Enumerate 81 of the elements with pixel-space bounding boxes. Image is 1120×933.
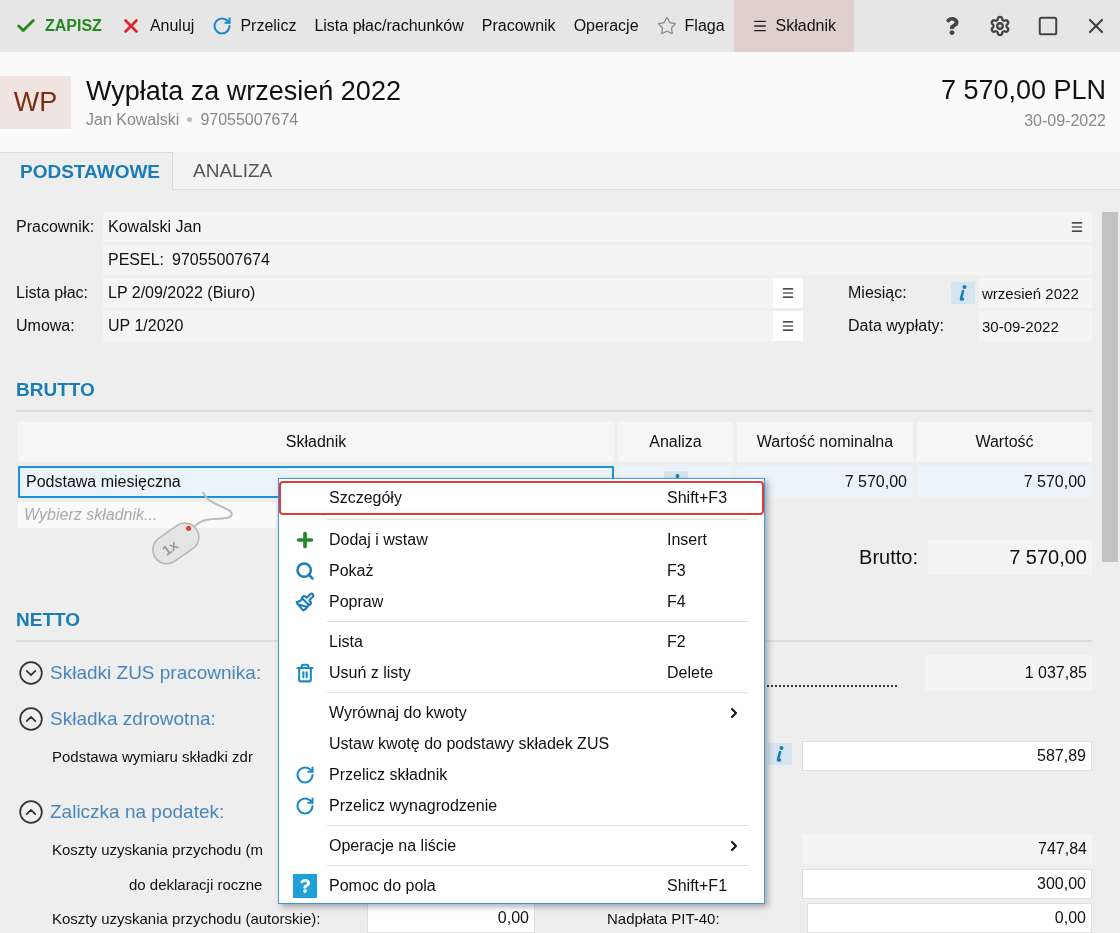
- column-header[interactable]: Wartość nominalna: [737, 422, 913, 462]
- menu-item[interactable]: Wyrównaj do kwoty: [279, 697, 764, 728]
- amount-field[interactable]: 0,00: [367, 903, 535, 933]
- help-icon: [943, 17, 961, 35]
- total-label: Brutto:: [859, 546, 918, 569]
- menu-item[interactable]: Pomoc do pola Shift+F1: [279, 870, 764, 901]
- collapse-icon[interactable]: [18, 705, 44, 732]
- field-label: Umowa:: [16, 317, 76, 335]
- field-label: Lista płac:: [16, 284, 90, 302]
- expand-icon[interactable]: [18, 659, 44, 686]
- refresh-icon: [295, 764, 315, 785]
- field-label: Pracownik:: [16, 218, 96, 236]
- refresh-icon: [212, 16, 233, 36]
- menu-item[interactable]: Przelicz wynagrodzenie: [279, 790, 764, 821]
- toolbar-button[interactable]: Przelicz: [203, 0, 306, 52]
- field-label: PESEL:: [108, 251, 165, 269]
- document-title: Wypłata za wrzesień 2022: [86, 75, 402, 107]
- menu-item[interactable]: Ustaw kwotę do podstawy składek ZUS: [279, 728, 764, 759]
- help-icon: [293, 873, 317, 898]
- settings-icon: [989, 15, 1011, 37]
- trash-icon: [295, 662, 315, 683]
- scroll-thumb[interactable]: [1102, 212, 1118, 562]
- amount-field[interactable]: 300,00: [802, 869, 1092, 899]
- person-name: Jan Kowalski: [86, 110, 180, 129]
- pesel-number: 97055007674: [200, 110, 299, 129]
- column-header[interactable]: Analiza: [618, 422, 733, 462]
- field-label: do deklaracji roczne: [129, 875, 263, 893]
- pesel-value: 97055007674: [172, 251, 270, 269]
- menu-item[interactable]: Szczegóły Shift+F3: [279, 481, 764, 515]
- separator-dot: [187, 117, 193, 122]
- table-cell: 7 570,00: [917, 466, 1092, 498]
- toolbar-button[interactable]: Składnik: [733, 0, 855, 52]
- menu-item[interactable]: Operacje na liście: [279, 830, 764, 861]
- info-icon[interactable]: [768, 743, 792, 765]
- document-badge: WP: [0, 75, 71, 129]
- field-label: Miesiąc:: [847, 284, 908, 302]
- menu-icon: [751, 18, 768, 34]
- field-label: Podstawa wymiaru składki zdr: [52, 747, 253, 765]
- toolbar-button[interactable]: ZAPISZ: [6, 0, 111, 52]
- menu-item[interactable]: Przelicz składnik: [279, 759, 764, 790]
- column-header[interactable]: Składnik: [18, 422, 614, 462]
- toolbar-button[interactable]: Pracownik: [472, 0, 565, 52]
- click-count: 1x: [158, 536, 181, 559]
- info-icon[interactable]: [951, 282, 975, 304]
- refresh-icon: [295, 795, 315, 816]
- tab[interactable]: ANALIZA: [173, 152, 285, 190]
- amount-field[interactable]: 0,00: [807, 903, 1092, 933]
- amount-field[interactable]: 587,89: [802, 741, 1092, 771]
- column-header[interactable]: Wartość: [917, 422, 1092, 462]
- date-field[interactable]: 30-09-2022: [979, 311, 1092, 341]
- collapse-icon[interactable]: [18, 798, 44, 825]
- table-cell: 7 570,00: [737, 466, 913, 498]
- tab[interactable]: PODSTAWOWE: [0, 152, 174, 190]
- component-input[interactable]: Wybierz składnik...: [18, 502, 276, 528]
- menu-item[interactable]: Usuń z listy Delete: [279, 657, 764, 688]
- employee-field[interactable]: Kowalski Jan: [103, 212, 1092, 242]
- month-field[interactable]: wrzesień 2022: [979, 278, 1092, 308]
- total-field: 7 570,00: [928, 540, 1092, 575]
- field-label: Koszty uzyskania przychodu (m: [52, 840, 263, 858]
- menu-item[interactable]: Pokaż F3: [279, 555, 764, 586]
- menu-icon[interactable]: [773, 311, 803, 341]
- brush-icon: [295, 591, 315, 612]
- payment-date: 30-09-2022: [1024, 111, 1106, 130]
- field-label: Nadpłata PIT-40:: [606, 909, 721, 927]
- field-label: Koszty uzyskania przychodu (autorskie):: [51, 909, 322, 927]
- contract-field[interactable]: UP 1/2020: [103, 311, 803, 341]
- payroll-field[interactable]: LP 2/09/2022 (Biuro): [103, 278, 803, 308]
- field-label: Data wypłaty:: [847, 317, 946, 335]
- amount-field: 1 037,85: [925, 655, 1092, 690]
- maximize-icon: [1037, 15, 1059, 37]
- menu-item[interactable]: Dodaj i wstaw Insert: [279, 524, 764, 555]
- menu-icon[interactable]: [773, 278, 803, 308]
- star-icon: [656, 16, 677, 36]
- toolbar-button[interactable]: Anuluj: [110, 0, 204, 52]
- amount-field: 747,84: [802, 834, 1092, 864]
- toolbar-button[interactable]: Lista płac/rachunków: [305, 0, 473, 52]
- toolbar-button[interactable]: Operacje: [564, 0, 648, 52]
- section-heading: BRUTTO: [16, 370, 1092, 412]
- toolbar-button[interactable]: Flaga: [647, 0, 734, 52]
- search-icon: [295, 560, 315, 581]
- total-amount: 7 570,00 PLN: [940, 74, 1106, 106]
